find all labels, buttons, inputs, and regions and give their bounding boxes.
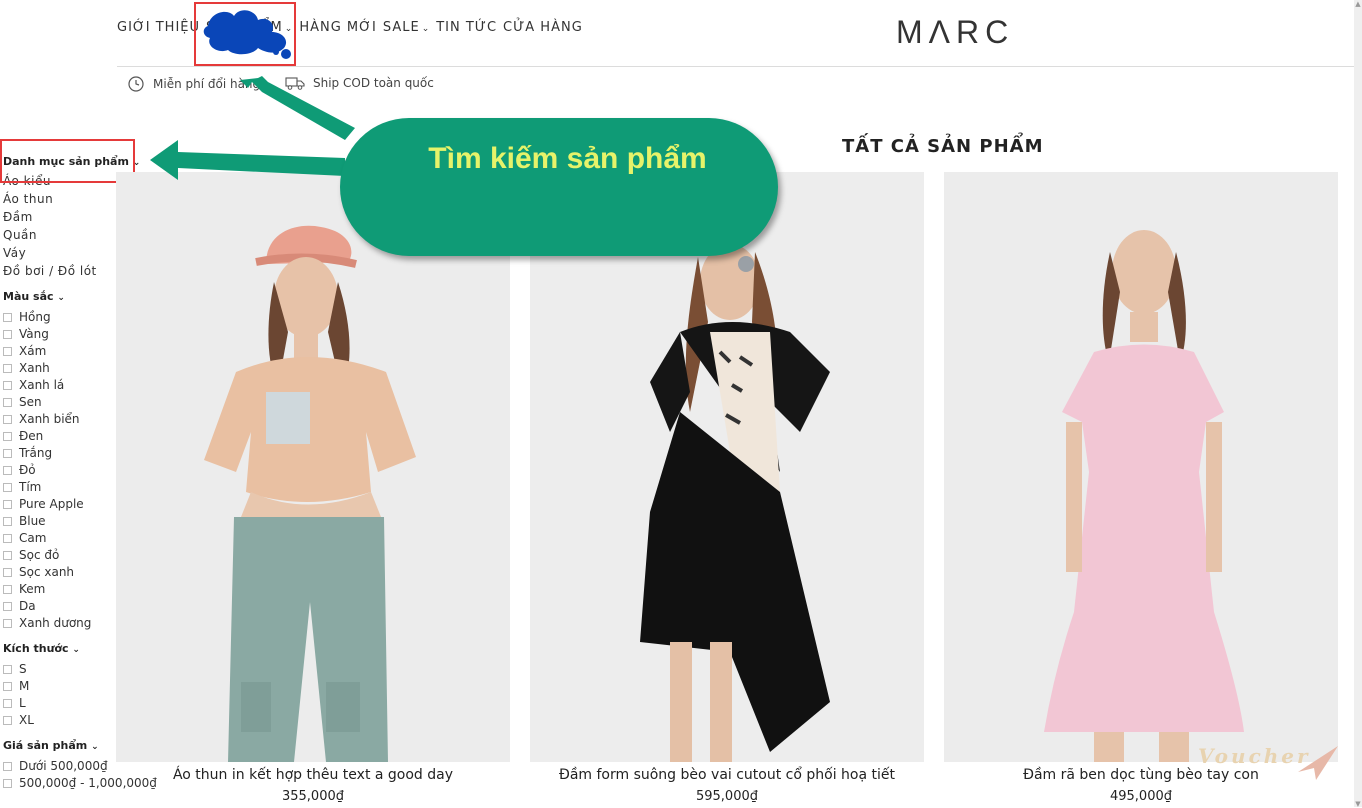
page-title: TẤT CẢ SẢN PHẨM [842, 136, 1044, 157]
checkbox[interactable] [3, 779, 12, 788]
checkbox[interactable] [3, 313, 12, 322]
product-image[interactable] [944, 172, 1338, 762]
checkbox[interactable] [3, 762, 12, 771]
checkbox[interactable] [3, 619, 12, 628]
scroll-up-icon[interactable]: ▲ [1354, 0, 1362, 12]
checkbox[interactable] [3, 517, 12, 526]
checkbox[interactable] [3, 682, 12, 691]
product-price: 595,000₫ [695, 789, 759, 804]
checkbox[interactable] [3, 534, 12, 543]
callout-text: Tìm kiếm sản phẩm [428, 142, 707, 175]
checkbox[interactable] [3, 585, 12, 594]
chevron-down-icon: ⌄ [72, 645, 80, 655]
checkbox[interactable] [3, 483, 12, 492]
checkbox[interactable] [3, 398, 12, 407]
product-name[interactable]: Áo thun in kết hợp thêu text a good day [116, 767, 510, 783]
checkbox[interactable] [3, 568, 12, 577]
checkbox[interactable] [3, 381, 12, 390]
chevron-down-icon: ⌄ [57, 293, 65, 303]
checkbox[interactable] [3, 432, 12, 441]
brand-logo[interactable]: MΛRC [896, 14, 1014, 51]
scrollbar[interactable]: ▲ ▼ [1354, 0, 1362, 808]
voucher-watermark: Voucher [1198, 744, 1311, 768]
checkbox[interactable] [3, 330, 12, 339]
checkbox[interactable] [3, 665, 12, 674]
product-price: 495,000₫ [1109, 789, 1173, 804]
product-price: 355,000₫ [281, 789, 345, 804]
checkbox[interactable] [3, 347, 12, 356]
checkbox[interactable] [3, 602, 12, 611]
paper-plane-logo [1298, 746, 1338, 780]
checkbox[interactable] [3, 551, 12, 560]
checkbox[interactable] [3, 415, 12, 424]
product-name[interactable]: Đầm form suông bèo vai cutout cổ phối ho… [530, 767, 924, 783]
checkbox[interactable] [3, 466, 12, 475]
checkbox[interactable] [3, 449, 12, 458]
callout-bubble [340, 118, 778, 256]
checkbox[interactable] [3, 500, 12, 509]
checkbox[interactable] [3, 716, 12, 725]
product-name[interactable]: Đầm rã ben dọc tùng bèo tay con [944, 767, 1338, 783]
chevron-down-icon: ⌄ [91, 742, 99, 752]
checkbox[interactable] [3, 364, 12, 373]
checkbox[interactable] [3, 699, 12, 708]
